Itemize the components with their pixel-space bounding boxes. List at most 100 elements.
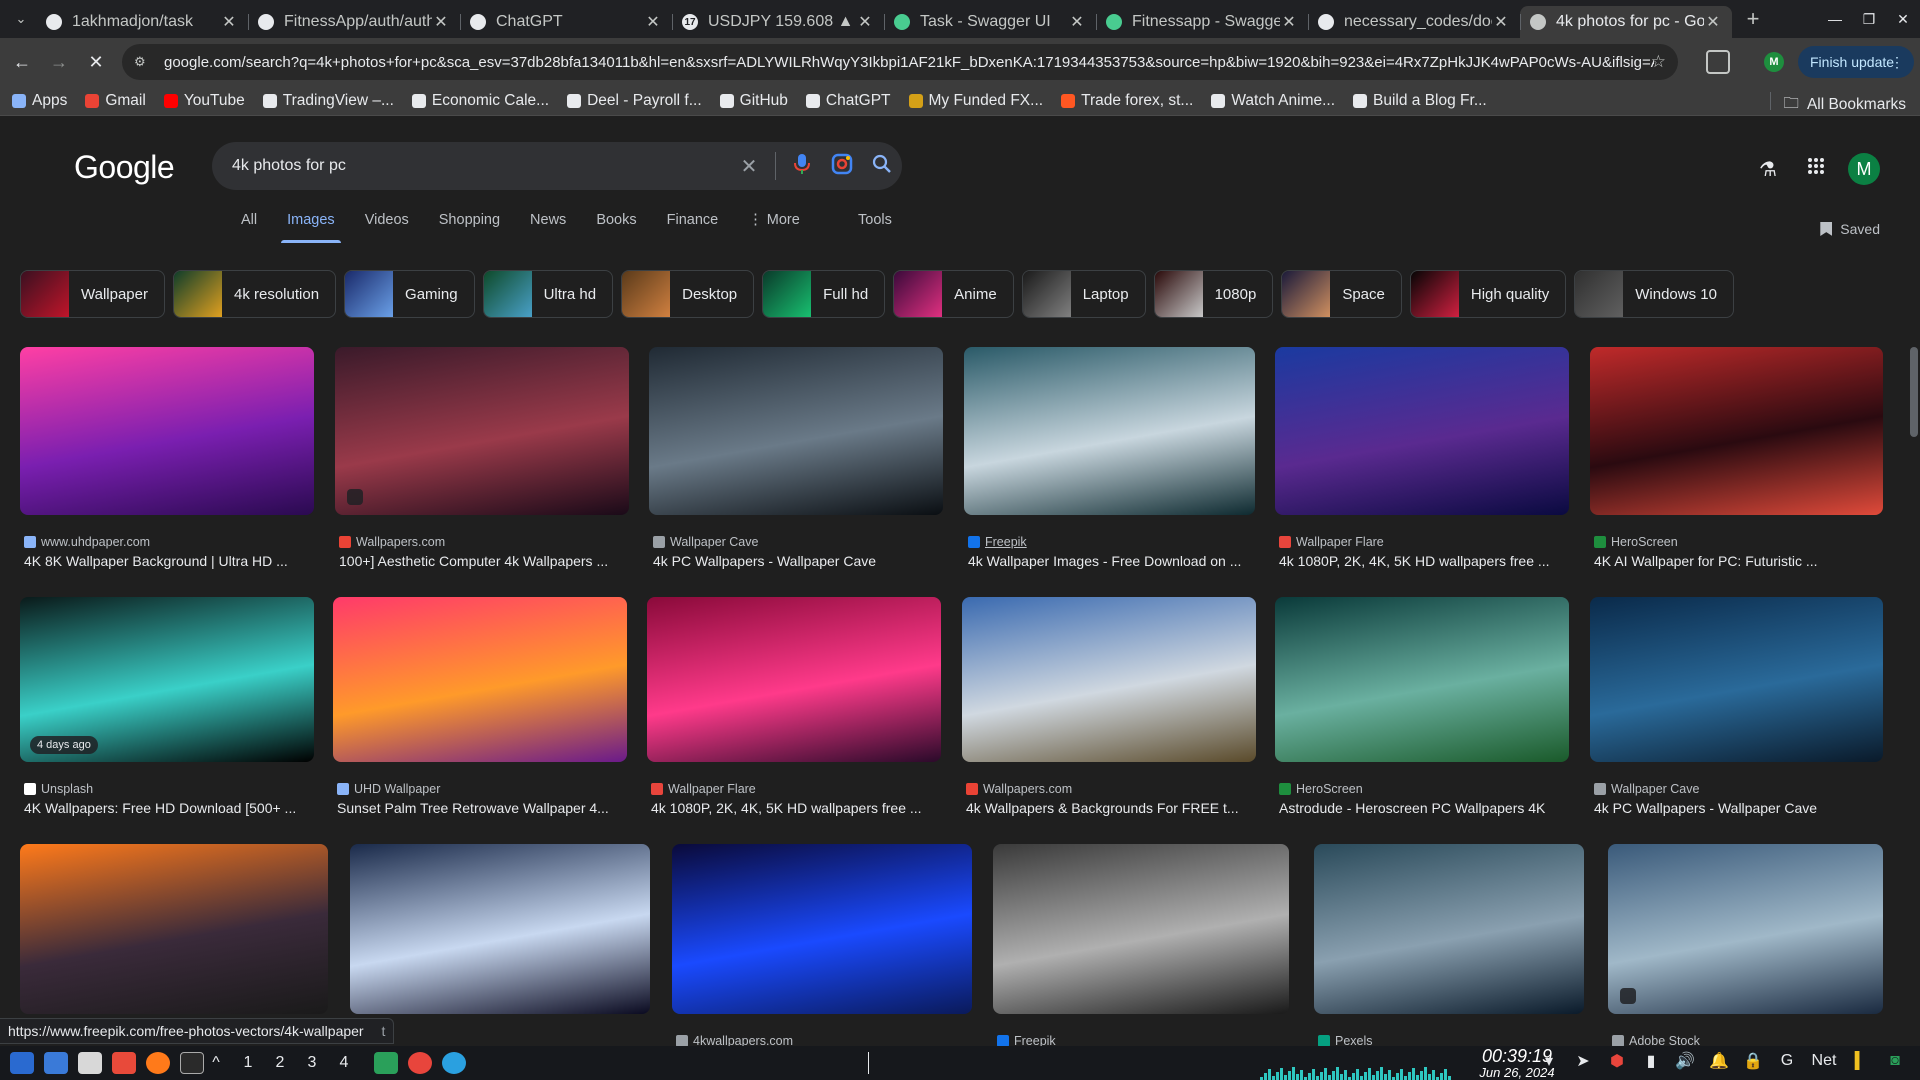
tab-close-icon[interactable]: ✕ [1068,12,1086,32]
refine-chip[interactable]: Space [1281,270,1402,318]
tab-all[interactable]: All [241,212,257,244]
refine-chip[interactable]: Ultra hd [482,270,614,318]
apps-grid-icon[interactable] [1792,157,1840,181]
result-source[interactable]: Wallpaper Cave [653,535,758,549]
result-source[interactable]: Wallpaper Cave [1594,782,1699,796]
result-thumbnail[interactable] [20,347,314,515]
result-title[interactable]: Sunset Palm Tree Retrowave Wallpaper 4..… [337,800,625,816]
bookmark-item[interactable]: Build a Blog Fr... [1353,92,1487,110]
lock-icon[interactable]: 🔒 [1736,1051,1770,1071]
refine-chip[interactable]: Full hd [762,270,886,318]
result-title[interactable]: 4K Wallpapers: Free HD Download [500+ ..… [24,800,312,816]
result-title[interactable]: 4k Wallpaper Images - Free Download on .… [968,553,1253,569]
firefox-icon[interactable] [146,1052,170,1074]
saved-button[interactable]: Saved [1820,221,1880,237]
result-title[interactable]: 4K AI Wallpaper for PC: Futuristic ... [1594,553,1881,569]
tab-close-icon[interactable]: ✕ [220,12,238,32]
bookmark-item[interactable]: YouTube [163,92,245,110]
all-bookmarks-button[interactable]: 🗀 All Bookmarks [1783,91,1906,118]
clear-search-icon[interactable]: ✕ [729,154,769,179]
refine-chip[interactable]: Windows 10 [1574,270,1734,318]
tab-close-icon[interactable]: ✕ [432,12,450,32]
workspace-4[interactable]: 4 [328,1054,360,1072]
tab-shopping[interactable]: Shopping [439,212,500,244]
chat-app-icon[interactable] [374,1052,398,1074]
bookmark-star-icon[interactable]: ☆ [1651,52,1666,72]
result-source[interactable]: Freepik [968,535,1027,549]
bookmark-item[interactable]: Apps [12,92,67,110]
browser-tab[interactable]: FitnessApp/auth/auth ✕ [248,6,460,38]
extensions-puzzle-icon[interactable] [1706,50,1730,74]
tray-expand-icon[interactable]: ^ [204,1054,228,1072]
text-editor-icon[interactable] [112,1052,136,1074]
tray-app-icon[interactable]: ◙ [1878,1052,1912,1070]
result-title[interactable]: 4k PC Wallpapers - Wallpaper Cave [653,553,941,569]
result-title[interactable]: 4k Wallpapers & Backgrounds For FREE t..… [966,800,1254,816]
desktop-icon[interactable] [44,1052,68,1074]
result-title[interactable]: 4k 1080P, 2K, 4K, 5K HD wallpapers free … [1279,553,1567,569]
browser-tab[interactable]: Task - Swagger UI ✕ [884,6,1096,38]
result-thumbnail[interactable] [1590,347,1883,515]
battery-icon[interactable]: ▮ [1634,1051,1668,1071]
refine-chip[interactable]: 4k resolution [172,270,337,318]
browser-tab[interactable]: 4k photos for pc - Go ✕ [1520,6,1732,38]
refine-chip[interactable]: Wallpaper [20,270,165,318]
tab-news[interactable]: News [530,212,566,244]
account-avatar[interactable]: M [1848,153,1880,185]
result-source[interactable]: HeroScreen [1279,782,1363,796]
result-source[interactable]: Unsplash [24,782,93,796]
file-manager-icon[interactable] [78,1052,102,1074]
tab-close-icon[interactable]: ✕ [644,12,662,32]
tools-button[interactable]: Tools [858,212,892,244]
net-status-icon[interactable]: ▍ [1844,1051,1878,1071]
google-logo[interactable]: Google [74,149,175,186]
result-thumbnail[interactable] [964,347,1255,515]
restore-icon[interactable]: ❐ [1852,11,1886,28]
result-source[interactable]: Freepik [997,1034,1056,1046]
search-box[interactable]: 4k photos for pc ✕ [212,142,902,190]
start-menu-icon[interactable] [10,1052,34,1074]
result-source[interactable]: HeroScreen [1594,535,1678,549]
refine-chip[interactable]: Anime [893,270,1014,318]
profile-avatar-icon[interactable]: M [1764,52,1784,72]
refine-chip[interactable]: Desktop [621,270,755,318]
notification-bell-icon[interactable]: 🔔 [1702,1051,1736,1071]
forward-arrow-icon[interactable]: → [44,47,74,77]
browser-tab[interactable]: 17 USDJPY 159.608 ▲ +0.✕ [672,6,884,38]
tab-search-chevron-icon[interactable]: ⌄ [6,5,36,33]
close-window-icon[interactable]: ✕ [1886,11,1920,28]
bookmark-item[interactable]: Deel - Payroll f... [567,92,702,110]
volume-icon[interactable]: 🔊 [1668,1051,1702,1071]
address-bar[interactable]: ⚙ google.com/search?q=4k+photos+for+pc&s… [122,44,1678,80]
tab-finance[interactable]: Finance [667,212,719,244]
bookmark-item[interactable]: ChatGPT [805,92,891,110]
result-source[interactable]: Pexels [1318,1034,1373,1046]
result-source[interactable]: Wallpapers.com [339,535,445,549]
wifi-icon[interactable]: ▾ [1532,1051,1566,1071]
browser-tab[interactable]: ChatGPT ✕ [460,6,672,38]
telegram-icon[interactable] [442,1052,466,1074]
bookmark-item[interactable]: TradingView –... [262,92,394,110]
chrome-icon[interactable] [408,1052,432,1074]
bookmark-item[interactable]: Watch Anime... [1211,92,1335,110]
bookmark-item[interactable]: Economic Cale... [411,92,549,110]
search-icon[interactable] [862,154,902,179]
more-vert-icon[interactable]: ⋮ [1890,54,1904,71]
site-info-icon[interactable]: ⚙ [134,54,154,70]
bookmark-item[interactable]: Trade forex, st... [1061,92,1193,110]
result-thumbnail[interactable] [993,844,1289,1014]
new-tab-plus-icon[interactable]: + [1738,6,1768,32]
result-thumbnail[interactable] [649,347,943,515]
google-tray-icon[interactable]: G [1770,1052,1804,1070]
search-input[interactable]: 4k photos for pc [232,157,729,175]
refine-chip[interactable]: High quality [1409,270,1567,318]
result-thumbnail[interactable] [333,597,627,762]
tab-images[interactable]: Images [281,212,341,244]
workspace-2[interactable]: 2 [264,1054,296,1072]
bookmark-item[interactable]: My Funded FX... [908,92,1043,110]
result-thumbnail[interactable] [672,844,972,1014]
workspace-1[interactable]: 1 [232,1054,264,1072]
tab-books[interactable]: Books [596,212,636,244]
browser-tab[interactable]: 1akhmadjon/task ✕ [36,6,248,38]
telegram-tray-icon[interactable]: ➤ [1566,1051,1600,1071]
